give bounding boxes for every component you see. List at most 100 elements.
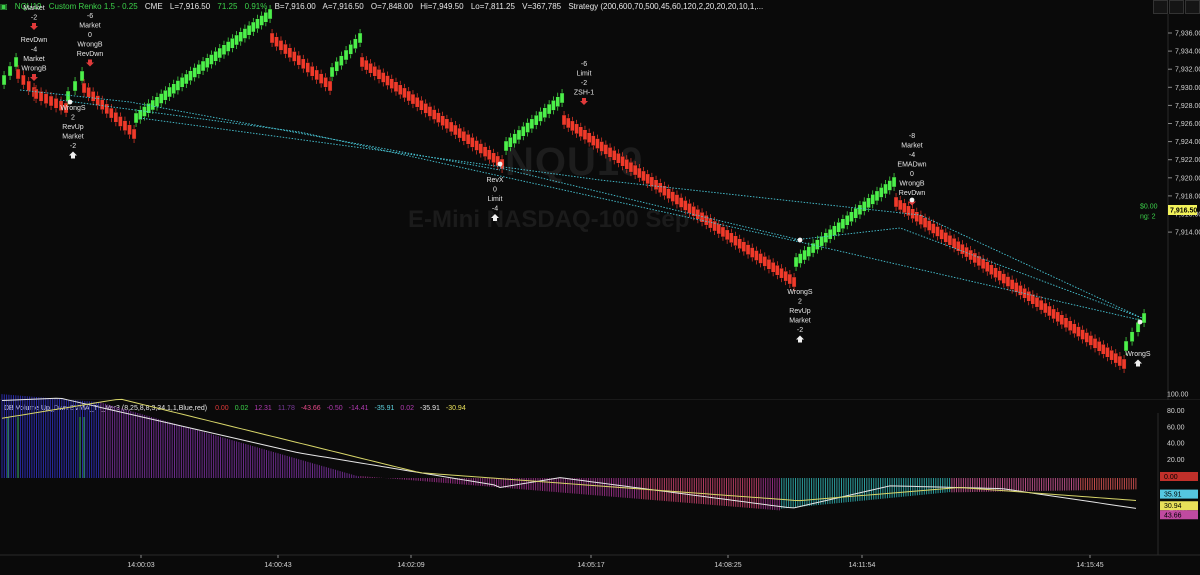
down-brick — [33, 88, 39, 100]
down-brick — [122, 120, 128, 131]
down-brick — [406, 90, 411, 102]
down-brick — [980, 258, 986, 270]
down-brick — [1101, 344, 1106, 355]
up-brick — [883, 183, 888, 195]
up-brick — [891, 176, 897, 188]
down-brick — [993, 267, 998, 278]
down-brick — [301, 58, 306, 70]
up-brick — [150, 99, 156, 111]
up-brick — [163, 90, 168, 101]
down-brick — [791, 276, 797, 288]
indicator-value-tag — [1160, 510, 1198, 520]
current-price-label: 7,916.50 — [1170, 208, 1197, 215]
trade-label: WrongB — [77, 42, 102, 49]
down-brick — [1121, 358, 1127, 370]
up-brick — [508, 137, 513, 148]
up-brick — [13, 56, 19, 68]
down-brick — [419, 100, 424, 111]
trade-marker-8[interactable]: WrongS — [1125, 351, 1151, 367]
indicator-value-tag — [1160, 472, 1198, 481]
down-brick — [278, 40, 284, 51]
down-brick — [926, 220, 932, 231]
trade-marker-4[interactable]: RevX 0 Limit -4 — [486, 177, 504, 221]
up-brick — [339, 55, 344, 66]
down-brick — [109, 107, 114, 119]
trade-marker-6[interactable]: WrongS 2 RevUp Market -2 — [787, 289, 813, 343]
down-brick — [729, 232, 734, 244]
up-brick — [225, 41, 231, 52]
up-brick — [503, 140, 509, 152]
down-brick — [683, 200, 688, 211]
up-brick — [853, 208, 858, 219]
trade-label: 2 — [71, 115, 75, 122]
down-brick — [21, 74, 26, 86]
arrow-up-icon — [796, 335, 804, 343]
indicator-line-white — [1, 397, 1137, 509]
trade-marker-1[interactable]: RevDwn -4 Market WrongB — [21, 37, 48, 81]
up-brick — [221, 44, 227, 55]
down-brick — [783, 270, 788, 282]
trade-marker-2[interactable]: -6 Market 0 WrongB RevDwn — [77, 13, 104, 67]
down-brick — [976, 255, 982, 267]
trade-label: -6 — [581, 61, 587, 68]
up-brick — [516, 129, 522, 141]
trade-label: -4 — [31, 47, 37, 54]
fill-dot — [67, 99, 73, 105]
down-brick — [1038, 299, 1044, 311]
indicator-tick-label: -40.00 — [1167, 506, 1187, 513]
trade-label: Market — [789, 318, 810, 325]
down-brick — [26, 80, 31, 92]
up-brick — [217, 47, 223, 59]
indicator-value-1: 0.02 — [234, 405, 249, 412]
up-brick — [870, 194, 875, 205]
trade-marker-0[interactable]: Market -2 — [23, 5, 45, 30]
down-brick — [292, 51, 297, 62]
down-brick — [637, 167, 642, 179]
down-brick — [309, 66, 315, 77]
indicator-value-9: -35.91 — [420, 405, 440, 412]
down-brick — [1117, 355, 1123, 367]
time-tick-label: 14:11:54 — [849, 562, 876, 569]
price-tick-label: 7,926.00 — [1175, 121, 1200, 128]
price-chart[interactable]: 7,936.00 7,934.00 7,932.00 7,930.00 7,928.00… — [0, 0, 1200, 400]
up-brick — [1123, 340, 1129, 352]
down-brick — [414, 96, 420, 108]
down-brick — [38, 91, 44, 102]
down-brick — [1072, 323, 1077, 334]
down-brick — [487, 149, 492, 160]
down-brick — [368, 62, 373, 74]
indicator-value-tag — [1160, 501, 1198, 511]
trade-marker-7[interactable]: -8 Market -4 EMADwn 0 WrongB RevDwn — [897, 133, 927, 206]
down-brick — [666, 188, 671, 199]
up-brick — [230, 38, 235, 49]
down-brick — [670, 191, 676, 202]
up-brick — [246, 25, 252, 36]
down-brick — [1092, 338, 1098, 349]
trade-label: 0 — [88, 32, 92, 39]
price-tick-label: 7,918.00 — [1175, 193, 1200, 200]
up-brick — [175, 80, 181, 91]
down-brick — [372, 66, 378, 77]
up-brick — [251, 21, 256, 33]
trade-label: -2 — [581, 80, 587, 87]
trade-label: -2 — [70, 143, 76, 150]
down-brick — [457, 127, 462, 139]
arrow-down-icon — [30, 74, 38, 81]
up-brick — [542, 107, 548, 118]
trade-label: RevDwn — [77, 51, 104, 58]
up-brick — [555, 96, 560, 107]
trade-marker-5[interactable]: -6 Limit -2 ZSH-1 — [574, 61, 594, 105]
down-brick — [305, 62, 310, 73]
down-brick — [376, 69, 382, 80]
down-brick — [574, 123, 579, 135]
down-brick — [1088, 335, 1094, 346]
down-brick — [1113, 352, 1119, 364]
down-brick — [749, 247, 755, 258]
up-brick — [1141, 312, 1147, 324]
up-brick — [154, 96, 160, 107]
indicator-value-0: 0.00 — [215, 405, 229, 412]
down-brick — [81, 82, 87, 94]
down-brick — [269, 32, 275, 44]
down-brick — [599, 141, 604, 152]
trade-label: 2 — [798, 299, 802, 306]
